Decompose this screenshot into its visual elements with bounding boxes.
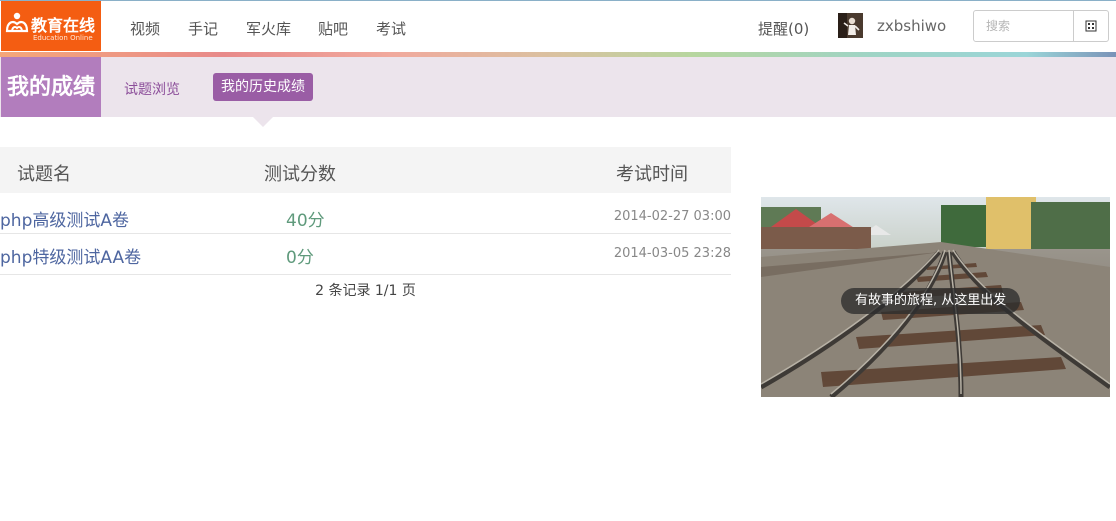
logo-text: 教育在线 [31,16,96,35]
tab-question-browse[interactable]: 试题浏览 [124,79,180,99]
top-navbar: 教育在线 Education Online 视频 手记 军火库 贴吧 考试 提醒… [0,0,1116,54]
promo-banner[interactable]: 有故事的旅程, 从这里出发 [761,197,1110,397]
column-header-time: 考试时间 [616,164,688,185]
nav-item-forum[interactable]: 贴吧 [318,18,348,39]
top-border [0,0,1116,1]
column-header-score: 测试分数 [264,164,336,185]
exam-name-link[interactable]: php特级测试AA卷 [0,243,141,268]
page-title: 我的成绩 [1,57,101,117]
exam-time: 2014-02-27 03:00 [613,209,731,224]
active-tab-pointer [253,117,273,127]
table-row: php特级测试AA卷 0分 2014-03-05 23:28 [0,234,731,275]
search-input[interactable] [974,11,1072,41]
exam-name-link[interactable]: php高级测试A卷 [0,206,129,231]
search-box [973,10,1109,42]
nav-item-video[interactable]: 视频 [130,18,160,39]
search-icon [1085,20,1097,32]
pagination-info: 2 条记录 1/1 页 [315,283,416,299]
exam-score: 0分 [286,248,314,268]
nav-item-notes[interactable]: 手记 [188,18,218,39]
table-row: php高级测试A卷 40分 2014-02-27 03:00 [0,200,731,234]
banner-caption: 有故事的旅程, 从这里出发 [841,288,1021,314]
tab-history-scores[interactable]: 我的历史成绩 [213,73,313,101]
avatar[interactable] [838,13,863,38]
section-header: 我的成绩 试题浏览 我的历史成绩 [0,57,1116,117]
search-button[interactable] [1073,11,1108,41]
logo-subtitle: Education Online [33,34,93,42]
site-logo[interactable]: 教育在线 Education Online [1,1,101,51]
table-header: 试题名 测试分数 考试时间 [0,147,731,193]
column-header-name: 试题名 [17,164,71,185]
logo-icon [5,12,29,33]
reminder-link[interactable]: 提醒(0) [758,18,809,39]
exam-time: 2014-03-05 23:28 [613,246,731,261]
exam-score: 40分 [286,211,325,231]
nav-item-arsenal[interactable]: 军火库 [246,18,291,39]
username[interactable]: zxbshiwo [877,17,946,35]
user-avatar-image [838,13,863,38]
nav-item-exam[interactable]: 考试 [376,18,406,39]
